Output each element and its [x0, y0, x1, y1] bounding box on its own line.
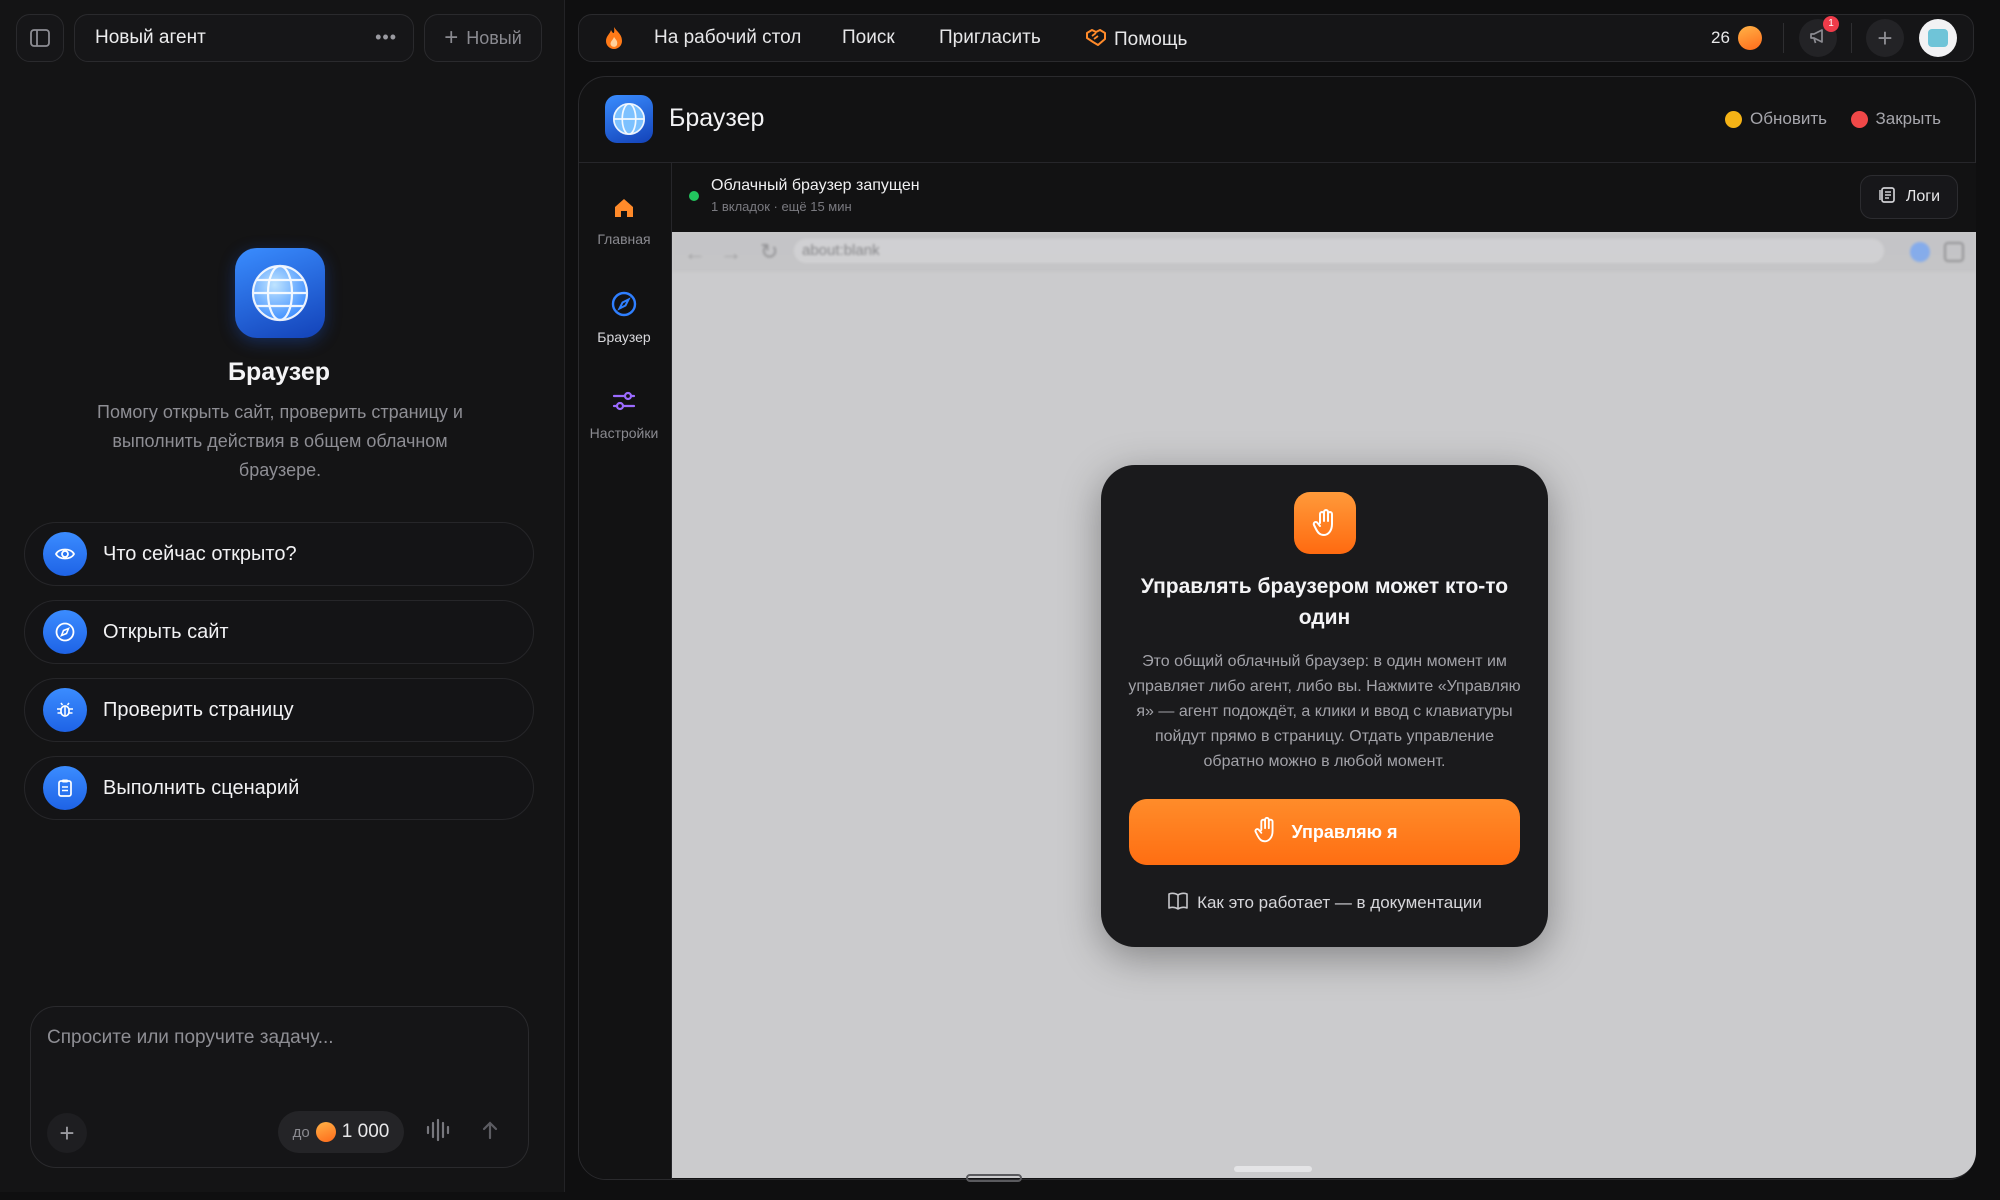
nav-desktop[interactable]: На рабочий стол: [654, 27, 801, 49]
avatar-image-icon: [1928, 29, 1948, 47]
attach-button[interactable]: +: [47, 1113, 87, 1153]
arrow-up-icon: [481, 1120, 499, 1145]
panel-title: Браузер: [669, 104, 765, 132]
forward-icon[interactable]: →: [720, 240, 742, 266]
new-agent-label: Новый: [466, 27, 522, 48]
suggestion-run-script[interactable]: Выполнить сценарий: [24, 756, 534, 820]
limit-prefix: до: [292, 1123, 310, 1141]
agent-title: Новый агент: [95, 27, 206, 48]
sidenav-browser[interactable]: Браузер: [578, 290, 670, 345]
close-button[interactable]: Закрыть: [1850, 109, 1941, 129]
credits-value: 26: [1711, 28, 1730, 47]
status-dot-icon: [689, 191, 699, 201]
modal-body: Это общий облачный браузер: в один момен…: [1128, 653, 1521, 770]
suggestion-label: Что сейчас открыто?: [103, 542, 297, 565]
composer: Спросите или поручите задачу... + до 1 0…: [30, 1006, 529, 1168]
resize-handle[interactable]: [966, 1174, 1022, 1182]
notification-badge: 1: [1823, 16, 1839, 32]
compass-icon: [43, 610, 87, 654]
nav-search[interactable]: Поиск: [842, 27, 895, 49]
globe-icon: [235, 248, 325, 338]
globe-icon: [605, 95, 653, 143]
red-dot-icon: [1850, 110, 1868, 128]
suggestion-label: Открыть сайт: [103, 620, 229, 643]
coin-icon: [1737, 26, 1762, 50]
composer-input[interactable]: Спросите или поручите задачу...: [47, 1027, 334, 1049]
take-control-button[interactable]: Управляю я: [1129, 799, 1520, 865]
suggestion-label: Проверить страницу: [103, 698, 294, 721]
limit-value: 1 000: [341, 1121, 390, 1142]
coin-icon: [315, 1122, 336, 1142]
refresh-button[interactable]: Обновить: [1725, 109, 1827, 129]
home-icon: [612, 196, 636, 225]
hand-icon: [1251, 815, 1281, 850]
sidenav-label: Настройки: [589, 425, 659, 441]
agent-title-field[interactable]: Новый агент •••: [74, 14, 414, 62]
browser-toolbar: ← → ↻ about:blank: [672, 232, 1976, 272]
send-button[interactable]: [473, 1115, 507, 1149]
suggestion-open-site[interactable]: Открыть сайт: [24, 600, 534, 664]
more-dots-icon[interactable]: •••: [375, 27, 397, 48]
nav-help-label: Помощь: [1114, 28, 1188, 50]
suggestion-check-page[interactable]: Проверить страницу: [24, 678, 534, 742]
status-subtitle: 1 вкладок · ещё 15 мин: [711, 199, 852, 214]
voice-button[interactable]: [423, 1117, 453, 1147]
waveform-icon: [425, 1118, 451, 1147]
shield-icon[interactable]: [1910, 242, 1930, 262]
status-strip: Облачный браузер запущен 1 вкладок · ещё…: [672, 163, 1976, 232]
sidenav-label: Браузер: [597, 329, 651, 345]
panel-header: Браузер Обновить Закрыть: [579, 77, 1975, 163]
scroll-indicator: [1234, 1166, 1312, 1172]
suggestion-label: Выполнить сценарий: [103, 776, 300, 799]
clipboard-icon: [43, 766, 87, 810]
url-text: about:blank: [802, 242, 880, 259]
book-icon: [1167, 891, 1189, 916]
handshake-icon: [1084, 25, 1108, 54]
back-icon[interactable]: ←: [684, 240, 706, 266]
separator: [1851, 23, 1852, 53]
bug-icon: [43, 688, 87, 732]
compass-icon: [610, 290, 638, 323]
modal-title: Управлять браузером может кто-то один: [1140, 575, 1509, 629]
suggestion-whats-open[interactable]: Что сейчас открыто?: [24, 522, 534, 586]
plus-icon: +: [444, 24, 459, 51]
sidenav-label: Главная: [597, 231, 651, 247]
refresh-label: Обновить: [1750, 109, 1827, 128]
sidebar-toggle-button[interactable]: [16, 14, 64, 62]
status-title: Облачный браузер запущен: [711, 177, 920, 194]
close-label: Закрыть: [1875, 109, 1941, 128]
docs-link-label: Как это работает — в документации: [1197, 893, 1482, 912]
avatar[interactable]: [1919, 19, 1957, 57]
credits-balance[interactable]: 26: [1711, 26, 1762, 50]
url-bar[interactable]: about:blank: [794, 239, 1884, 263]
extension-icon[interactable]: [1944, 242, 1964, 262]
sidenav-settings[interactable]: Настройки: [578, 388, 670, 441]
hand-icon: [1294, 492, 1356, 554]
sidebar-toggle-icon: [29, 27, 51, 49]
take-control-label: Управляю я: [1291, 821, 1398, 842]
logs-icon: [1878, 185, 1898, 210]
nav-help[interactable]: Помощь: [1084, 25, 1187, 54]
plus-icon: +: [59, 1118, 75, 1148]
logs-label: Логи: [1905, 188, 1941, 205]
new-agent-button[interactable]: + Новый: [424, 14, 542, 62]
top-bar: На рабочий стол Поиск Пригласить Помощь …: [578, 14, 1974, 62]
cost-limit-badge[interactable]: до 1 000: [278, 1111, 404, 1153]
sidenav-home[interactable]: Главная: [578, 196, 670, 247]
hero-title: Браузер: [228, 358, 330, 386]
hero-description: Помогу открыть сайт, проверить страницу …: [97, 402, 463, 480]
eye-icon: [43, 532, 87, 576]
flame-logo-icon[interactable]: [601, 25, 627, 58]
sliders-icon: [611, 388, 637, 419]
control-modal: Управлять браузером может кто-то один Эт…: [1101, 465, 1548, 947]
logs-button[interactable]: Логи: [1860, 175, 1958, 219]
docs-link[interactable]: Как это работает — в документации: [1129, 888, 1520, 918]
plus-icon: +: [1877, 23, 1893, 53]
add-button[interactable]: +: [1866, 19, 1904, 57]
yellow-dot-icon: [1725, 110, 1743, 128]
nav-invite[interactable]: Пригласить: [939, 27, 1041, 49]
separator: [1783, 23, 1784, 53]
announcements-button[interactable]: 1: [1799, 16, 1839, 57]
reload-icon[interactable]: ↻: [760, 239, 778, 265]
